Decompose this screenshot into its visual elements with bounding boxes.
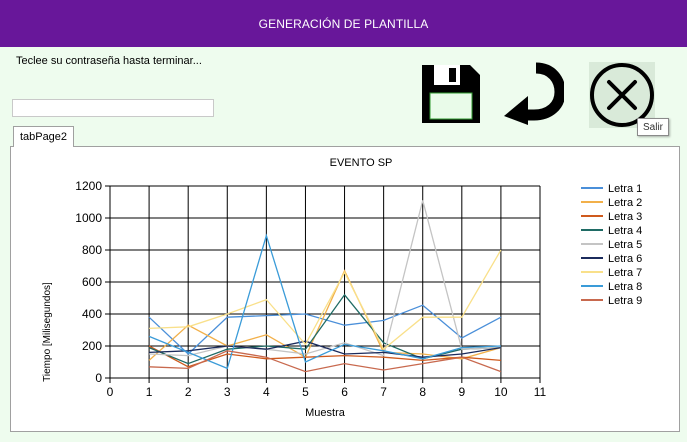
y-tick-label: 1200 <box>75 179 102 193</box>
x-tick-label: 6 <box>341 385 348 399</box>
x-tick-label: 1 <box>146 385 153 399</box>
x-tick-label: 9 <box>458 385 465 399</box>
legend-label: Letra 9 <box>608 295 642 307</box>
x-tick-label: 10 <box>494 385 508 399</box>
save-button[interactable] <box>420 63 482 125</box>
y-axis-label: Tiempo [Milisegundos] <box>42 282 53 382</box>
legend-label: Letra 3 <box>608 211 642 223</box>
line-chart: EVENTO SP Muestra Tiempo [Milisegundos] … <box>42 157 642 419</box>
undo-button[interactable] <box>500 62 566 126</box>
legend-label: Letra 2 <box>608 197 642 209</box>
series-line-letra-9 <box>149 350 502 373</box>
y-tick-label: 400 <box>82 307 102 321</box>
instruction-label: Teclee su contraseña hasta terminar... <box>16 55 202 67</box>
y-tick-label: 1000 <box>75 211 102 225</box>
curved-arrow-icon <box>504 62 566 125</box>
password-input[interactable] <box>12 99 214 117</box>
legend-label: Letra 1 <box>608 183 642 195</box>
chart-title: EVENTO SP <box>330 157 393 169</box>
legend-label: Letra 4 <box>608 225 642 237</box>
x-tick-label: 3 <box>224 385 231 399</box>
legend-label: Letra 8 <box>608 281 642 293</box>
x-tick-label: 5 <box>302 385 309 399</box>
legend-label: Letra 7 <box>608 267 642 279</box>
exit-tooltip: Salir <box>637 118 669 136</box>
title-bar: GENERACIÓN DE PLANTILLA <box>0 0 687 47</box>
tab-page2[interactable]: tabPage2 <box>13 126 74 147</box>
y-tick-label: 200 <box>82 339 102 353</box>
y-tick-label: 800 <box>82 243 102 257</box>
y-tick-label: 0 <box>95 371 102 385</box>
x-tick-label: 0 <box>107 385 114 399</box>
window-title: GENERACIÓN DE PLANTILLA <box>258 16 429 31</box>
x-tick-label: 11 <box>534 385 547 399</box>
y-tick-label: 600 <box>82 275 102 289</box>
legend-label: Letra 6 <box>608 253 642 265</box>
x-tick-label: 8 <box>419 385 426 399</box>
floppy-disk-icon <box>422 65 480 123</box>
x-axis-label: Muestra <box>305 407 346 419</box>
x-tick-label: 7 <box>380 385 387 399</box>
x-tick-label: 4 <box>263 385 270 399</box>
series-line-letra-6 <box>149 340 502 358</box>
legend-label: Letra 5 <box>608 239 642 251</box>
x-tick-label: 2 <box>185 385 192 399</box>
